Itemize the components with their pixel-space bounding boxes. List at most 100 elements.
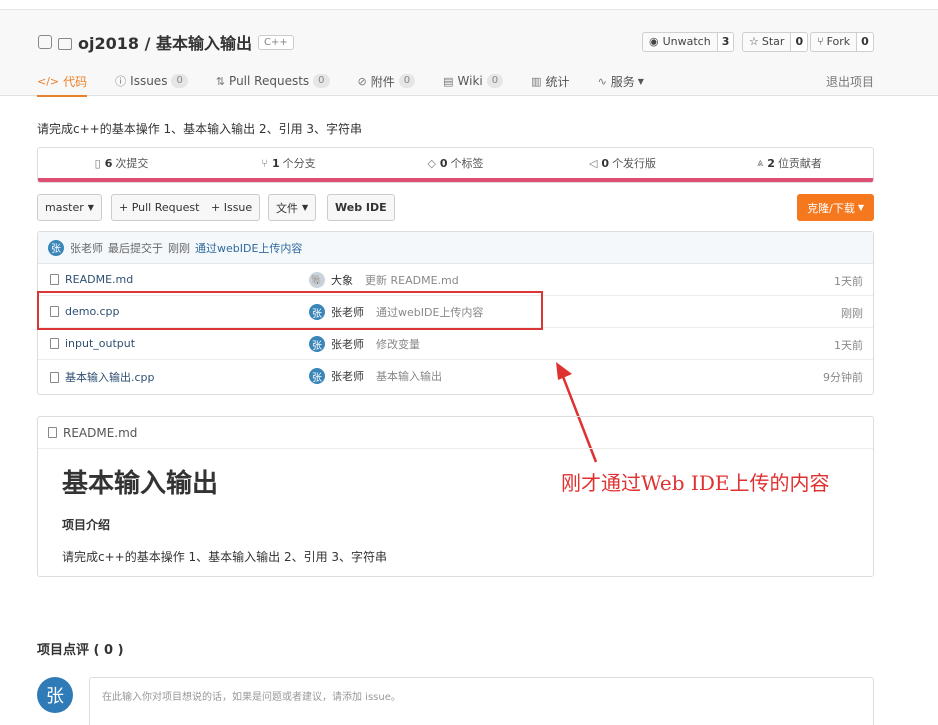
tab-wiki[interactable]: ▤ Wiki 0 [443,66,504,96]
issue-label: + Issue [211,201,253,214]
new-issue-button[interactable]: + Issue [204,194,261,221]
tab-badge: 0 [398,74,416,88]
repo-name[interactable]: oj2018 / 基本输入输出 [78,30,252,54]
file-time: 1天前 [834,275,863,288]
tab-service[interactable]: ∿ 服务 ▼ [598,66,644,96]
file-name-link[interactable]: input_output [50,337,135,350]
file-commit-author[interactable]: 大象 [331,272,353,288]
clone-download-button[interactable]: 克隆/下载 ▼ [797,194,874,221]
file-name: README.md [65,273,134,286]
user-avatar[interactable]: 张 [37,677,73,713]
author-avatar[interactable]: 张 [309,336,325,352]
tab-label: Pull Requests [229,74,310,88]
watch-count[interactable]: 3 [717,32,735,52]
fork-count[interactable]: 0 [857,32,874,52]
top-bar [0,0,938,10]
file-commit-message[interactable]: 基本输入输出 [376,368,442,384]
clone-label: 克隆/下载 [807,201,855,215]
fork-label: Fork [826,35,851,48]
caret-down-icon: ▼ [87,203,94,212]
stat-releases[interactable]: ◁ 0 个发行版 [539,148,706,182]
star-count[interactable]: 0 [791,32,809,52]
stat-count: 6 [104,156,113,170]
author-avatar[interactable]: 张 [48,239,64,256]
fork-icon: ⑂ [817,35,824,48]
stat-count: 0 [601,156,610,170]
attachment-icon: ⊘ [357,74,367,88]
file-icon [50,338,59,349]
file-commit-author[interactable]: 张老师 [331,336,364,352]
file-commit-author[interactable]: 张老师 [331,368,364,384]
stat-tags[interactable]: ◇ 0 个标签 [372,148,539,182]
stat-count: 1 [271,156,280,170]
commit-author[interactable]: 张老师 [70,240,103,256]
new-pull-request-button[interactable]: + Pull Request [111,194,208,221]
commit-message-link[interactable]: 通过webIDE上传内容 [195,240,302,256]
watch-button[interactable]: ◉ Unwatch [642,32,718,52]
language-badge: C++ [258,34,294,50]
file-menu-button[interactable]: 文件 ▼ [268,194,317,221]
tab-issues[interactable]: ⓘ Issues 0 [115,66,188,96]
repo-header: oj2018 / 基本输入输出 C++ ◉ Unwatch 3 ☆ Star 0 ⑂… [0,10,938,97]
readme-icon [48,427,57,438]
contributors-icon: ⩓ [757,156,764,169]
file-name-link[interactable]: README.md [50,273,133,286]
fork-button[interactable]: ⑂ Fork [810,32,858,52]
readme-header: README.md [38,417,873,449]
branch-select[interactable]: master ▼ [37,194,102,221]
file-commit-message[interactable]: 更新 README.md [365,272,459,288]
tab-stats[interactable]: ▥ 统计 [531,66,569,96]
last-commit-bar: 张 张老师 最后提交于 刚刚 通过webIDE上传内容 [38,232,873,264]
caret-down-icon: ▼ [302,203,309,212]
pull-request-label: + Pull Request [119,201,200,214]
file-toolbar: master ▼ + Pull Request + Issue 文件 ▼ Web… [37,194,874,221]
file-time: 9分钟前 [823,371,863,384]
file-name-link[interactable]: 基本输入输出.cpp [50,369,155,385]
tab-label: 服务 [610,74,635,89]
lock-icon [58,38,72,50]
star-label: Star [761,35,785,48]
stat-commits[interactable]: ▯ 6 次提交 [38,148,205,182]
tab-attachments[interactable]: ⊘ 附件 0 [358,66,416,96]
tab-pull-requests[interactable]: ⇅ Pull Requests 0 [216,66,330,96]
watch-label: Unwatch [662,35,711,48]
repo-stats: ▯ 6 次提交 ⑂ 1 个分支 ◇ 0 个标签 ◁ 0 个发行版 ⩓ 2 位贡献者 [37,147,874,183]
web-ide-button[interactable]: Web IDE [327,194,395,221]
star-icon: ☆ [749,35,759,48]
web-ide-label: Web IDE [335,201,387,214]
author-avatar[interactable]: 张 [309,368,325,384]
stat-count: 2 [767,156,775,170]
file-name: input_output [65,337,136,350]
file-commit: 张张老师 修改变量 [309,336,420,352]
elephant-avatar[interactable]: 🐘 [309,272,325,288]
stat-label: 次提交 [115,157,149,170]
branch-icon: ⑂ [261,156,268,170]
file-icon [50,274,59,285]
file-row: 基本输入输出.cpp 张张老师 基本输入输出 9分钟前 [38,360,873,392]
stat-contributors[interactable]: ⩓ 2 位贡献者 [706,148,873,182]
issue-icon: ⓘ [115,75,127,88]
watch-group: ◉ Unwatch 3 [642,32,735,52]
stat-branches[interactable]: ⑂ 1 个分支 [205,148,372,182]
quit-project-link[interactable]: 退出项目 [826,73,874,90]
org-icon [38,35,52,49]
readme-section: 项目介绍 [62,518,111,532]
star-button[interactable]: ☆ Star [742,32,792,52]
tab-label: 附件 [370,74,395,89]
branch-label: master [45,201,84,214]
commit-time: 刚刚 [168,241,190,255]
repo-tabs: </> 代码 ⓘ Issues 0 ⇅ Pull Requests 0 ⊘ 附件… [37,66,672,97]
file-label: 文件 [276,201,298,215]
readme-filename: README.md [63,425,138,440]
readme-panel: README.md 基本输入输出 项目介绍 请完成c++的基本操作 1、基本输入… [37,416,874,577]
tab-code[interactable]: </> 代码 [37,66,88,97]
file-icon [50,371,59,383]
file-commit-message[interactable]: 修改变量 [376,336,420,352]
readme-title: 基本输入输出 [62,469,219,499]
file-commit: 张张老师 基本输入输出 [309,368,442,384]
comment-input[interactable]: 在此输入你对项目想说的话，如果是问题或者建议，请添加 issue。 [89,677,874,725]
file-time: 1天前 [834,339,863,352]
highlight-box [37,291,543,330]
tag-icon: ◇ [427,156,436,170]
tab-badge: 0 [171,74,188,88]
